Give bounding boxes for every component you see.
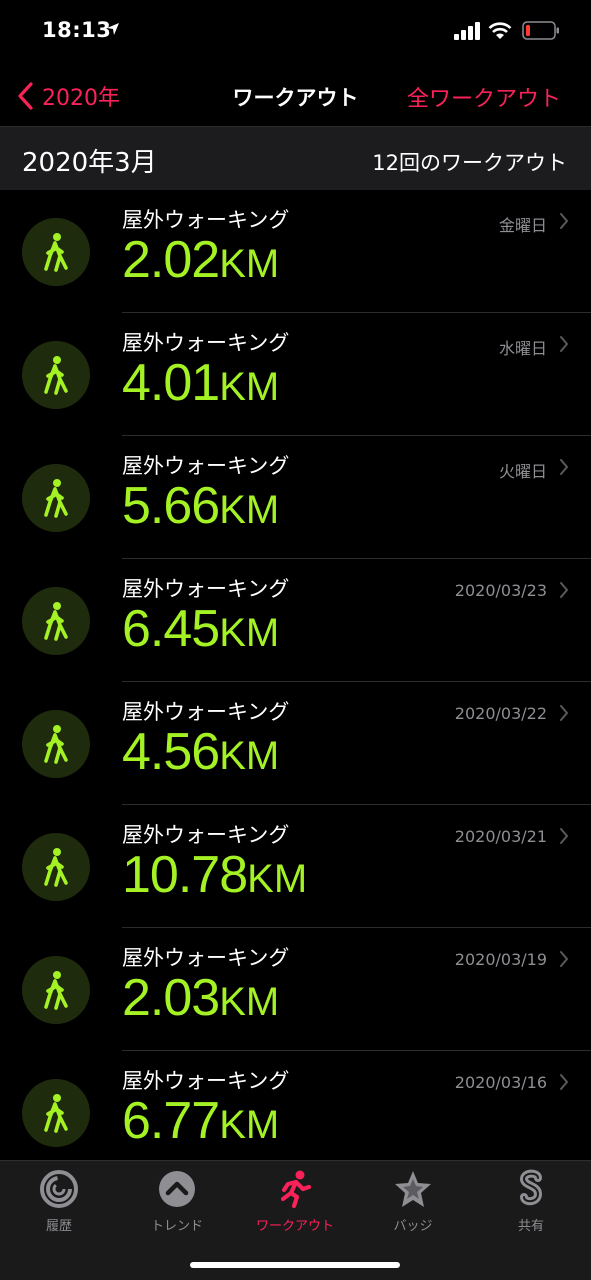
workout-date: 2020/03/19 bbox=[454, 950, 547, 969]
tab-badges[interactable]: バッジ bbox=[354, 1169, 472, 1234]
tab-label: トレンド bbox=[150, 1219, 203, 1234]
tab-label: 履歴 bbox=[45, 1219, 72, 1234]
all-workouts-button[interactable]: 全ワークアウト bbox=[407, 81, 561, 113]
sharing-s-icon bbox=[519, 1169, 543, 1206]
status-bar: 18:13 bbox=[0, 0, 591, 64]
chevron-right-icon bbox=[560, 582, 568, 598]
workout-date: 2020/03/21 bbox=[454, 827, 547, 846]
chevron-right-icon bbox=[560, 459, 568, 475]
distance-unit: KM bbox=[247, 857, 308, 901]
walking-icon bbox=[22, 218, 90, 286]
tab-trends[interactable]: トレンド bbox=[118, 1169, 236, 1234]
history-rings-icon bbox=[40, 1170, 78, 1208]
tab-label: 共有 bbox=[517, 1219, 544, 1234]
navigation-bar: 2020年 ワークアウト 全ワークアウト bbox=[0, 64, 591, 126]
workout-row[interactable]: 屋外ウォーキング 4.56KM 2020/03/22 bbox=[0, 682, 591, 805]
distance-unit: KM bbox=[219, 488, 280, 532]
chevron-right-icon bbox=[560, 951, 568, 967]
walking-icon bbox=[22, 587, 90, 655]
workout-distance: 2.03KM bbox=[122, 969, 280, 1027]
workout-distance: 6.45KM bbox=[122, 600, 280, 658]
workout-distance: 5.66KM bbox=[122, 477, 280, 535]
section-month: 2020年3月 bbox=[22, 148, 157, 178]
workout-date: 2020/03/22 bbox=[454, 704, 547, 723]
chevron-right-icon bbox=[560, 828, 568, 844]
walking-icon bbox=[22, 710, 90, 778]
chevron-right-icon bbox=[560, 1074, 568, 1090]
distance-unit: KM bbox=[219, 365, 280, 409]
workout-row[interactable]: 屋外ウォーキング 6.45KM 2020/03/23 bbox=[0, 559, 591, 682]
workout-date: 火曜日 bbox=[498, 462, 547, 481]
workout-date: 2020/03/16 bbox=[454, 1073, 547, 1092]
running-figure-icon bbox=[280, 1170, 312, 1209]
walking-icon bbox=[22, 464, 90, 532]
workout-distance: 4.56KM bbox=[122, 723, 280, 781]
distance-unit: KM bbox=[219, 734, 280, 778]
chevron-right-icon bbox=[560, 213, 568, 229]
tab-history[interactable]: 履歴 bbox=[0, 1169, 118, 1234]
walking-icon bbox=[22, 833, 90, 901]
workout-row[interactable]: 屋外ウォーキング 4.01KM 水曜日 bbox=[0, 313, 591, 436]
workout-row[interactable]: 屋外ウォーキング 10.78KM 2020/03/21 bbox=[0, 805, 591, 928]
status-time: 18:13 bbox=[42, 18, 112, 42]
workout-date: 2020/03/23 bbox=[454, 581, 547, 600]
workout-distance: 4.01KM bbox=[122, 354, 280, 412]
workout-distance: 2.02KM bbox=[122, 231, 280, 289]
tab-label: バッジ bbox=[393, 1219, 433, 1234]
wifi-icon bbox=[488, 22, 512, 39]
workout-date: 金曜日 bbox=[498, 216, 547, 235]
distance-unit: KM bbox=[219, 980, 280, 1024]
badge-star-icon bbox=[395, 1171, 431, 1207]
workout-row[interactable]: 屋外ウォーキング 2.03KM 2020/03/19 bbox=[0, 928, 591, 1051]
location-arrow-icon bbox=[107, 23, 119, 35]
cellular-signal-icon bbox=[454, 22, 480, 40]
distance-unit: KM bbox=[219, 242, 280, 286]
walking-icon bbox=[22, 956, 90, 1024]
walking-icon bbox=[22, 1079, 90, 1147]
workout-row[interactable]: 屋外ウォーキング 5.66KM 火曜日 bbox=[0, 436, 591, 559]
battery-low-icon bbox=[522, 21, 559, 40]
walking-icon bbox=[22, 341, 90, 409]
workout-distance: 10.78KM bbox=[122, 846, 308, 904]
chevron-right-icon bbox=[560, 336, 568, 352]
workout-row[interactable]: 屋外ウォーキング 2.02KM 金曜日 bbox=[0, 190, 591, 313]
workout-list: 屋外ウォーキング 2.02KM 金曜日 屋外ウォーキング 4.01KM 水曜日 … bbox=[0, 190, 591, 1160]
chevron-right-icon bbox=[560, 705, 568, 721]
distance-unit: KM bbox=[219, 611, 280, 655]
trends-chevron-icon bbox=[159, 1171, 195, 1207]
workout-distance: 6.77KM bbox=[122, 1092, 280, 1150]
distance-unit: KM bbox=[219, 1103, 280, 1147]
tab-label: ワークアウト bbox=[255, 1219, 334, 1234]
tab-sharing[interactable]: 共有 bbox=[472, 1169, 590, 1234]
home-indicator[interactable] bbox=[190, 1262, 400, 1268]
month-section-header: 2020年3月 12回のワークアウト bbox=[0, 126, 591, 190]
workout-count: 12回のワークアウト bbox=[372, 151, 567, 175]
workout-date: 水曜日 bbox=[498, 339, 547, 358]
workout-row[interactable]: 屋外ウォーキング 6.77KM 2020/03/16 bbox=[0, 1051, 591, 1160]
tab-workouts[interactable]: ワークアウト bbox=[236, 1169, 354, 1234]
